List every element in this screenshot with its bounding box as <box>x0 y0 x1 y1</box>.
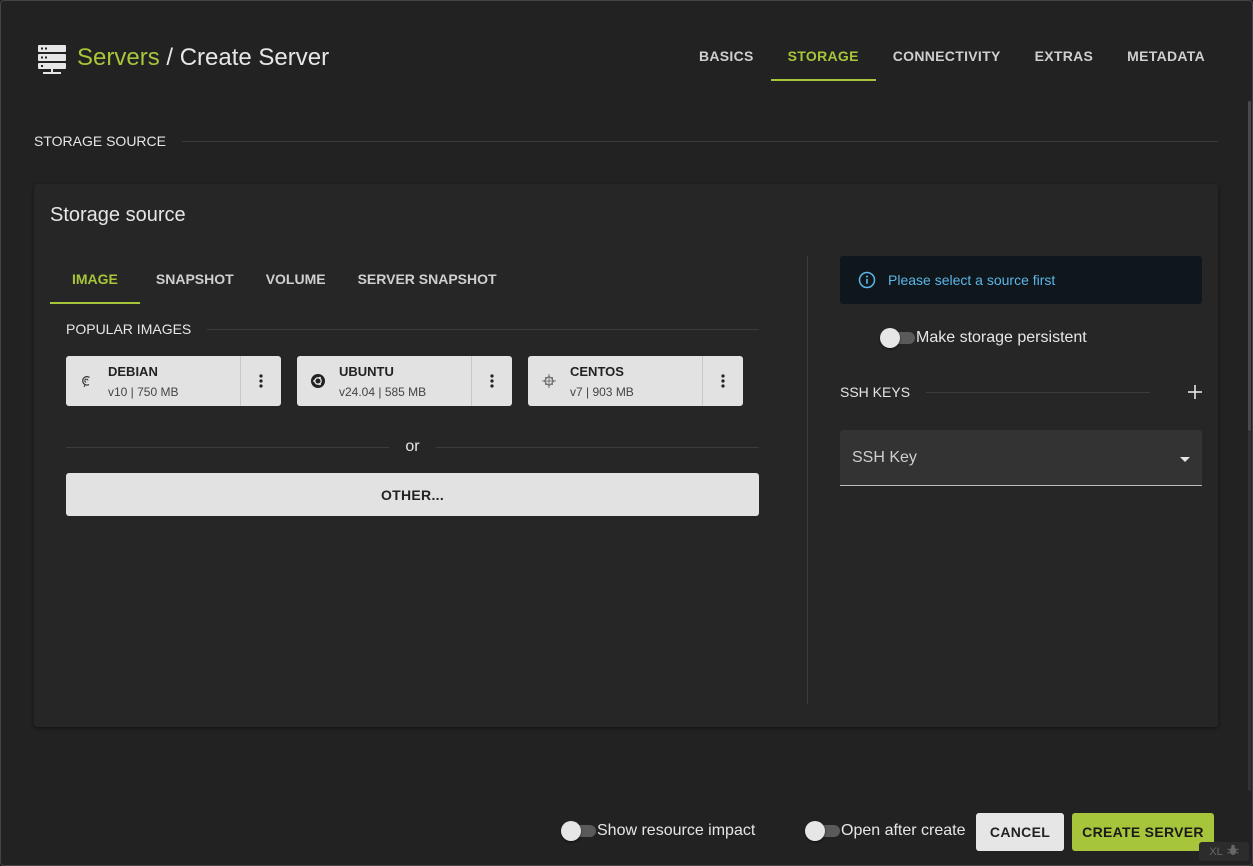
scrollbar-thumb[interactable] <box>1248 101 1251 431</box>
info-message: Please select a source first <box>888 272 1056 288</box>
scrollbar-track <box>1248 431 1251 791</box>
tab-server-snapshot[interactable]: SERVER SNAPSHOT <box>342 254 513 304</box>
image-meta: v24.04 | 585 MB <box>339 384 427 399</box>
storage-source-card: Storage source IMAGE SNAPSHOT VOLUME SER… <box>34 184 1218 727</box>
ssh-key-select[interactable]: SSH Key <box>840 430 1202 486</box>
tab-connectivity[interactable]: CONNECTIVITY <box>876 31 1018 81</box>
show-resource-impact-row: Show resource impact <box>533 820 755 842</box>
or-label: or <box>405 438 420 455</box>
step-tabs: BASICS STORAGE CONNECTIVITY EXTRAS METAD… <box>682 31 1222 81</box>
ssh-keys-heading: SSH KEYS <box>840 384 1202 400</box>
popular-images-heading: POPULAR IMAGES <box>66 321 759 337</box>
section-heading-label: STORAGE SOURCE <box>34 133 166 149</box>
ssh-keys-divider <box>926 391 1150 393</box>
open-after-create-label: Open after create <box>841 822 966 839</box>
image-name: CENTOS <box>570 363 624 379</box>
bug-icon <box>1227 844 1239 859</box>
popular-images-divider <box>207 328 759 330</box>
image-name: UBUNTU <box>339 363 394 379</box>
or-divider: or <box>66 438 760 456</box>
open-after-create-row: Open after create <box>777 820 966 842</box>
breadcrumb-separator: / <box>159 44 180 71</box>
persistent-storage-label: Make storage persistent <box>916 329 1087 346</box>
image-card-ubuntu[interactable]: UBUNTU v24.04 | 585 MB <box>297 356 512 406</box>
persistent-storage-row: Make storage persistent <box>844 327 1087 349</box>
image-card-centos[interactable]: CENTOS v7 | 903 MB <box>528 356 743 406</box>
toggle-thumb <box>561 821 581 841</box>
dropdown-arrow-icon <box>1180 449 1190 467</box>
page-title: Create Server <box>179 44 330 71</box>
image-card-debian[interactable]: DEBIAN v10 | 750 MB <box>66 356 281 406</box>
ssh-keys-label: SSH KEYS <box>840 384 911 400</box>
tab-image[interactable]: IMAGE <box>50 254 140 304</box>
breadcrumb: Servers / Create Server <box>77 44 329 72</box>
tab-basics[interactable]: BASICS <box>682 31 771 81</box>
centos-logo-icon <box>528 373 570 389</box>
more-vert-icon[interactable] <box>702 356 743 406</box>
source-tabs: IMAGE SNAPSHOT VOLUME SERVER SNAPSHOT <box>50 254 513 304</box>
tab-volume[interactable]: VOLUME <box>250 254 342 304</box>
ubuntu-logo-icon <box>297 373 339 389</box>
image-name: DEBIAN <box>108 363 158 379</box>
cancel-button[interactable]: CANCEL <box>976 813 1064 851</box>
section-divider <box>182 140 1218 142</box>
tab-extras[interactable]: EXTRAS <box>1018 31 1111 81</box>
other-image-button[interactable]: OTHER... <box>66 473 759 516</box>
divider-line <box>435 446 760 448</box>
popular-images-label: POPULAR IMAGES <box>66 321 192 337</box>
info-icon <box>858 271 876 289</box>
tab-storage[interactable]: STORAGE <box>770 31 876 81</box>
ssh-key-select-placeholder: SSH Key <box>852 448 917 466</box>
breadcrumb-servers-link[interactable]: Servers <box>77 44 160 71</box>
tab-metadata[interactable]: METADATA <box>1110 31 1222 81</box>
storage-source-section-heading: STORAGE SOURCE <box>34 133 1218 149</box>
toggle-thumb <box>805 821 825 841</box>
image-meta: v10 | 750 MB <box>108 384 179 399</box>
more-vert-icon[interactable] <box>471 356 512 406</box>
debian-logo-icon <box>66 374 108 388</box>
more-vert-icon[interactable] <box>240 356 281 406</box>
persistent-storage-toggle[interactable] <box>862 327 915 349</box>
info-alert: Please select a source first <box>840 256 1202 304</box>
server-icon <box>37 44 67 74</box>
column-divider <box>807 256 808 704</box>
show-resource-impact-toggle[interactable] <box>547 820 596 842</box>
open-after-create-toggle[interactable] <box>791 820 840 842</box>
add-ssh-key-icon[interactable] <box>1166 385 1202 399</box>
image-meta: v7 | 903 MB <box>570 384 634 399</box>
size-badge-label: XL <box>1209 845 1223 858</box>
size-badge: XL <box>1199 842 1249 861</box>
app-window: Servers / Create Server BASICS STORAGE C… <box>0 0 1253 866</box>
popular-images-list: DEBIAN v10 | 750 MB UBUNTU v24.04 | 585 … <box>66 356 743 406</box>
card-title: Storage source <box>50 204 186 226</box>
divider-line <box>66 446 390 448</box>
show-resource-impact-label: Show resource impact <box>597 822 756 839</box>
tab-snapshot[interactable]: SNAPSHOT <box>140 254 250 304</box>
create-server-button[interactable]: CREATE SERVER <box>1072 813 1214 851</box>
toggle-thumb <box>880 328 900 348</box>
